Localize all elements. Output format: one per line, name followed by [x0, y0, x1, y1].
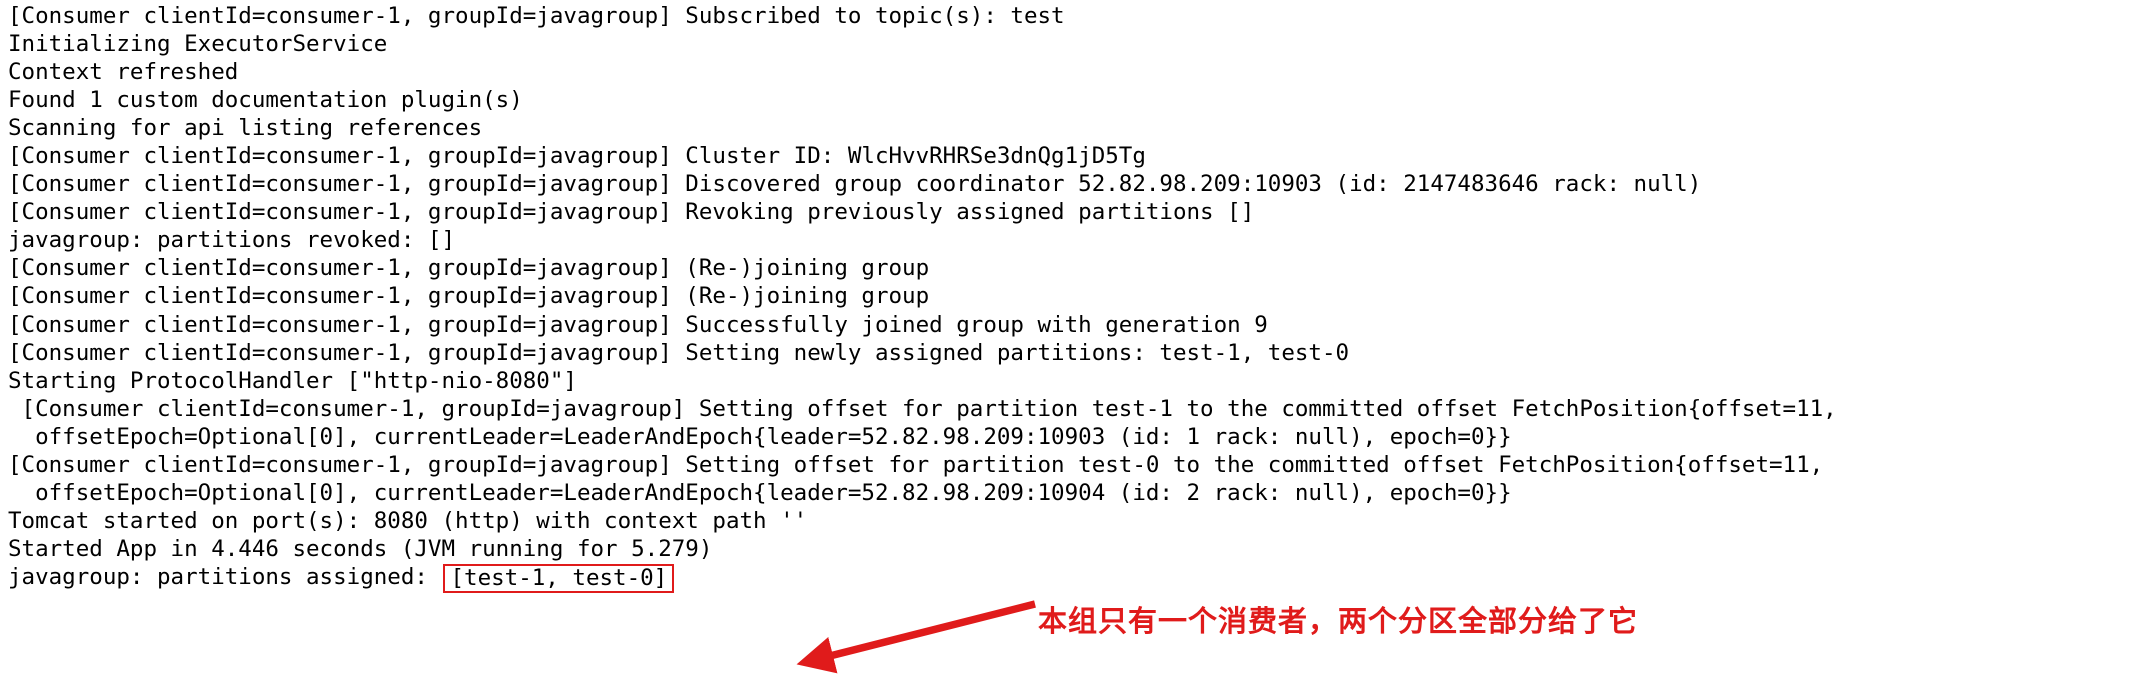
log-line: [Consumer clientId=consumer-1, groupId=j… — [8, 451, 1824, 478]
log-line: javagroup: partitions revoked: [] — [8, 227, 456, 254]
annotation-note: 本组只有一个消费者，两个分区全部分给了它 — [1038, 604, 1639, 638]
red-arrow-icon — [796, 600, 1036, 674]
log-line: [Consumer clientId=consumer-1, groupId=j… — [8, 255, 930, 282]
log-line: Scanning for api listing references — [8, 115, 483, 142]
log-line: Found 1 custom documentation plugin(s) — [8, 87, 523, 114]
log-line: Started App in 4.446 seconds (JVM runnin… — [8, 535, 713, 562]
log-line: [Consumer clientId=consumer-1, groupId=j… — [8, 143, 1146, 170]
log-line: Starting ProtocolHandler ["http-nio-8080… — [8, 367, 577, 394]
log-line: [Consumer clientId=consumer-1, groupId=j… — [8, 171, 1702, 198]
log-line: [Consumer clientId=consumer-1, groupId=j… — [8, 339, 1350, 366]
log-line: Tomcat started on port(s): 8080 (http) w… — [8, 507, 808, 534]
log-line: [Consumer clientId=consumer-1, groupId=j… — [8, 3, 1065, 29]
log-output: [Consumer clientId=consumer-1, groupId=j… — [8, 2, 2152, 593]
log-line: Context refreshed — [8, 59, 239, 86]
log-line: [Consumer clientId=consumer-1, groupId=j… — [8, 395, 1837, 422]
log-line: Initializing ExecutorService — [8, 31, 388, 58]
log-line: offsetEpoch=Optional[0], currentLeader=L… — [8, 423, 1512, 450]
log-line: [Consumer clientId=consumer-1, groupId=j… — [8, 311, 1268, 338]
terminal-console: [Consumer clientId=consumer-1, groupId=j… — [0, 0, 2152, 688]
log-line: offsetEpoch=Optional[0], currentLeader=L… — [8, 479, 1512, 506]
log-line: [Consumer clientId=consumer-1, groupId=j… — [8, 199, 1255, 226]
log-line-partitions-assigned: javagroup: partitions assigned: [test-1,… — [8, 563, 2152, 593]
partitions-assigned-label: javagroup: partitions assigned: — [8, 563, 442, 590]
log-line: [Consumer clientId=consumer-1, groupId=j… — [8, 283, 930, 310]
assigned-partitions-highlight: [test-1, test-0] — [443, 563, 675, 593]
